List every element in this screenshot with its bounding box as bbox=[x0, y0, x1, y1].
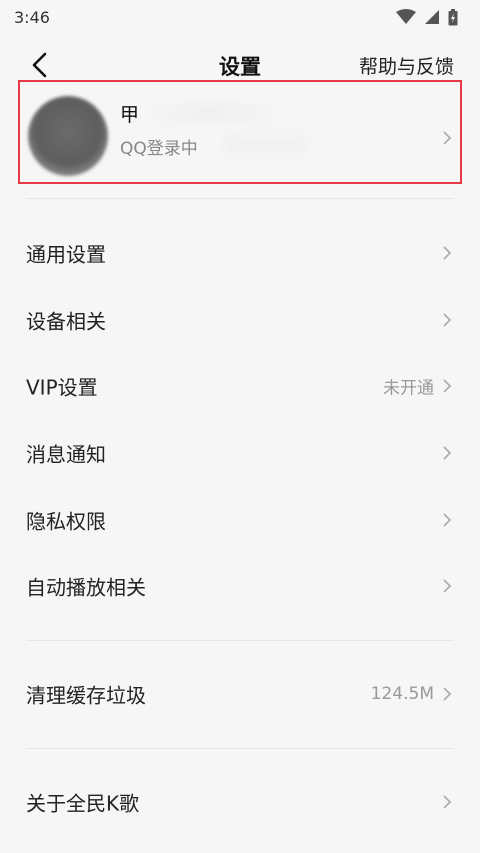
menu-item-label: 隐私权限 bbox=[26, 509, 106, 534]
help-feedback-link[interactable]: 帮助与反馈 bbox=[359, 52, 454, 79]
status-icons bbox=[396, 8, 458, 26]
vip-status-value: 未开通 bbox=[383, 378, 434, 399]
menu-item-label: 关于全民K歌 bbox=[26, 791, 140, 816]
menu-item-device[interactable]: 设备相关 bbox=[0, 287, 480, 353]
signal-icon bbox=[424, 9, 440, 25]
chevron-right-icon bbox=[443, 687, 452, 701]
wifi-icon bbox=[396, 9, 416, 25]
menu-item-privacy[interactable]: 隐私权限 bbox=[0, 487, 480, 553]
chevron-right-icon bbox=[443, 379, 452, 393]
chevron-right-icon bbox=[443, 246, 452, 260]
account-name: 甲 bbox=[120, 104, 140, 126]
menu-item-label: 清理缓存垃圾 bbox=[26, 683, 146, 708]
menu-item-autoplay[interactable]: 自动播放相关 bbox=[0, 553, 480, 619]
menu-item-general-settings[interactable]: 通用设置 bbox=[0, 220, 480, 286]
menu-item-label: 消息通知 bbox=[26, 442, 106, 467]
status-time: 3:46 bbox=[14, 7, 50, 27]
menu-item-label: VIP设置 bbox=[26, 375, 98, 400]
login-status: QQ登录中 bbox=[120, 139, 198, 159]
menu-item-label: 设备相关 bbox=[26, 309, 106, 334]
menu-item-notifications[interactable]: 消息通知 bbox=[0, 420, 480, 486]
menu-item-label: 通用设置 bbox=[26, 242, 106, 267]
menu-item-label: 自动播放相关 bbox=[26, 575, 146, 600]
chevron-right-icon bbox=[443, 579, 452, 593]
divider bbox=[26, 640, 454, 641]
status-bar: 3:46 bbox=[0, 0, 480, 34]
chevron-right-icon bbox=[443, 131, 452, 145]
redacted-status bbox=[225, 136, 305, 154]
divider bbox=[26, 198, 454, 199]
menu-item-vip[interactable]: VIP设置 未开通 bbox=[0, 353, 480, 419]
avatar bbox=[28, 96, 108, 176]
redacted-name bbox=[144, 104, 274, 122]
chevron-right-icon bbox=[443, 446, 452, 460]
account-card[interactable]: 甲 QQ登录中 bbox=[18, 80, 462, 184]
chevron-right-icon bbox=[443, 795, 452, 809]
menu-item-about[interactable]: 关于全民K歌 bbox=[0, 769, 480, 835]
chevron-right-icon bbox=[443, 513, 452, 527]
menu-item-clear-cache[interactable]: 清理缓存垃圾 124.5M bbox=[0, 661, 480, 727]
chevron-right-icon bbox=[443, 313, 452, 327]
battery-icon bbox=[448, 8, 458, 26]
cache-size-value: 124.5M bbox=[370, 684, 434, 704]
divider bbox=[26, 748, 454, 749]
